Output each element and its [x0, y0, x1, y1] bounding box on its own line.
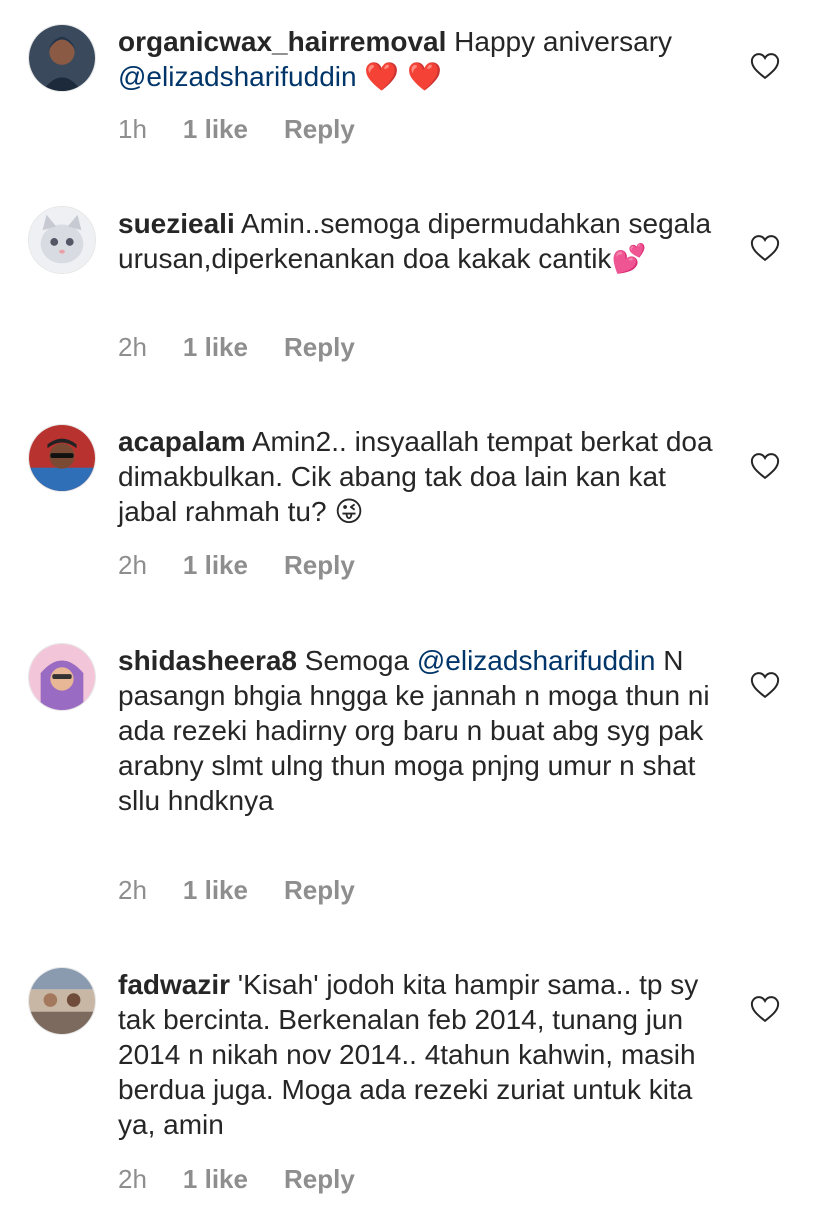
comment-mention[interactable]: @elizadsharifuddin [417, 645, 656, 676]
avatar[interactable] [28, 967, 96, 1035]
comment-text: shidasheera8 Semoga @elizadsharifuddin N… [118, 643, 718, 818]
comment-text: suezieali Amin..semoga dipermudahkan seg… [118, 206, 718, 276]
reply-button[interactable]: Reply [284, 550, 355, 581]
comment-username[interactable]: organicwax_hairremoval [118, 26, 446, 57]
comment-meta: 2h 1 like Reply [118, 875, 391, 906]
comment-username[interactable]: shidasheera8 [118, 645, 297, 676]
comment-time: 2h [118, 875, 147, 905]
comment-meta: 1h 1 like Reply [118, 114, 391, 145]
winking-tongue-emoji-icon: 😜 [334, 496, 364, 527]
reply-button[interactable]: Reply [284, 332, 355, 363]
comment-time: 1h [118, 114, 147, 144]
avatar[interactable] [28, 24, 96, 92]
comment-mention[interactable]: @elizadsharifuddin [118, 61, 357, 92]
comment-time: 2h [118, 332, 147, 362]
reply-button[interactable]: Reply [284, 114, 355, 145]
reply-button[interactable]: Reply [284, 1164, 355, 1195]
heart-outline-icon[interactable] [750, 452, 780, 480]
comment-username[interactable]: fadwazir [118, 969, 230, 1000]
avatar[interactable] [28, 643, 96, 711]
avatar[interactable] [28, 206, 96, 274]
comment-username[interactable]: suezieali [118, 208, 235, 239]
heart-outline-icon[interactable] [750, 52, 780, 80]
comment-body: Happy aniversary [446, 26, 673, 57]
comment-time: 2h [118, 550, 147, 580]
comment-meta: 2h 1 like Reply [118, 550, 391, 581]
comment-likes[interactable]: 1 like [183, 550, 248, 581]
heart-outline-icon[interactable] [750, 671, 780, 699]
comment-likes[interactable]: 1 like [183, 114, 248, 145]
comment-text: fadwazir 'Kisah' jodoh kita hampir sama.… [118, 967, 718, 1142]
heart-emoji-icon: ❤️ ❤️ [364, 61, 442, 92]
comment-likes[interactable]: 1 like [183, 875, 248, 906]
comment-time: 2h [118, 1164, 147, 1194]
reply-button[interactable]: Reply [284, 875, 355, 906]
comment-body: Semoga [297, 645, 417, 676]
heart-outline-icon[interactable] [750, 995, 780, 1023]
avatar[interactable] [28, 424, 96, 492]
comment-meta: 2h 1 like Reply [118, 1164, 391, 1195]
comment-username[interactable]: acapalam [118, 426, 246, 457]
comment-meta: 2h 1 like Reply [118, 332, 391, 363]
comment-text: organicwax_hairremoval Happy aniversary … [118, 24, 718, 94]
heart-outline-icon[interactable] [750, 234, 780, 262]
comment-text: acapalam Amin2.. insyaallah tempat berka… [118, 424, 718, 529]
comment-likes[interactable]: 1 like [183, 332, 248, 363]
comment-likes[interactable]: 1 like [183, 1164, 248, 1195]
two-hearts-emoji-icon: 💕 [611, 243, 647, 274]
